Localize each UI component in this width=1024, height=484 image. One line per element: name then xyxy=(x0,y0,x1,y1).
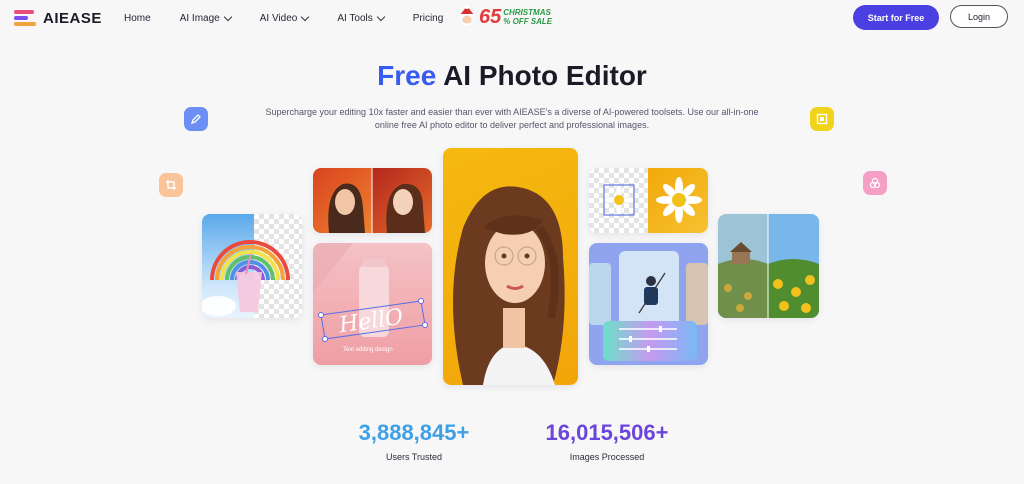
hero-subtitle: Supercharge your editing 10x faster and … xyxy=(265,107,759,130)
layers-icon xyxy=(863,171,887,195)
logo-mark-icon xyxy=(14,9,38,27)
nav-ai-image[interactable]: AI Image xyxy=(180,12,232,24)
pen-icon xyxy=(184,107,208,131)
chevron-down-icon xyxy=(223,12,232,22)
stat-label: Images Processed xyxy=(569,452,645,462)
stat-users-trusted: 3,888,845+ Users Trusted xyxy=(334,420,494,462)
nav-home[interactable]: Home xyxy=(124,13,151,24)
skier-image xyxy=(589,251,708,361)
santa-icon xyxy=(457,5,477,29)
frame-icon xyxy=(810,107,834,131)
stat-images-processed: 16,015,506+ Images Processed xyxy=(527,420,687,462)
text-edit-caption: Text editing design xyxy=(343,347,393,353)
site-header: AIEASE Home AI Image AI Video AI Tools P… xyxy=(0,0,1024,38)
stat-value: 16,015,506+ xyxy=(545,420,669,445)
nav-pricing[interactable]: Pricing xyxy=(413,13,444,24)
promo-text: CHRISTMAS % OFF SALE xyxy=(503,8,553,26)
card-image-cropper[interactable] xyxy=(589,168,708,233)
card-photo-adjust[interactable] xyxy=(589,243,708,365)
main-nav: Home AI Image AI Video AI Tools Pricing xyxy=(124,12,472,24)
card-background-remover[interactable] xyxy=(202,214,302,318)
page-title: Free AI Photo Editor xyxy=(377,60,647,91)
brand-name: AIEASE xyxy=(43,9,102,27)
card-text-editor[interactable]: HellO Text editing design xyxy=(313,243,432,365)
login-button[interactable]: Login xyxy=(950,5,1008,28)
chevron-down-icon xyxy=(376,12,385,22)
daisy-image xyxy=(602,177,702,223)
christmas-sale-banner[interactable]: 65 CHRISTMAS % OFF SALE xyxy=(457,5,552,29)
brand-logo[interactable]: AIEASE xyxy=(14,9,102,27)
promo-percent: 65 xyxy=(479,6,502,28)
start-for-free-button[interactable]: Start for Free xyxy=(853,5,939,30)
card-photo-to-art[interactable] xyxy=(313,168,432,233)
card-image-enhancer[interactable] xyxy=(718,214,819,318)
crop-icon xyxy=(159,173,183,197)
chevron-down-icon xyxy=(301,12,310,22)
sunflower-field-image xyxy=(718,214,819,318)
nav-ai-tools[interactable]: AI Tools xyxy=(337,12,385,24)
portrait-pair-image xyxy=(328,168,425,233)
woman-portrait-image xyxy=(453,186,565,385)
card-main-portrait[interactable] xyxy=(443,148,578,385)
nav-ai-video[interactable]: AI Video xyxy=(260,12,310,24)
stat-label: Users Trusted xyxy=(385,452,443,462)
stat-value: 3,888,845+ xyxy=(358,420,470,445)
rainbow-drink-image xyxy=(202,240,290,316)
